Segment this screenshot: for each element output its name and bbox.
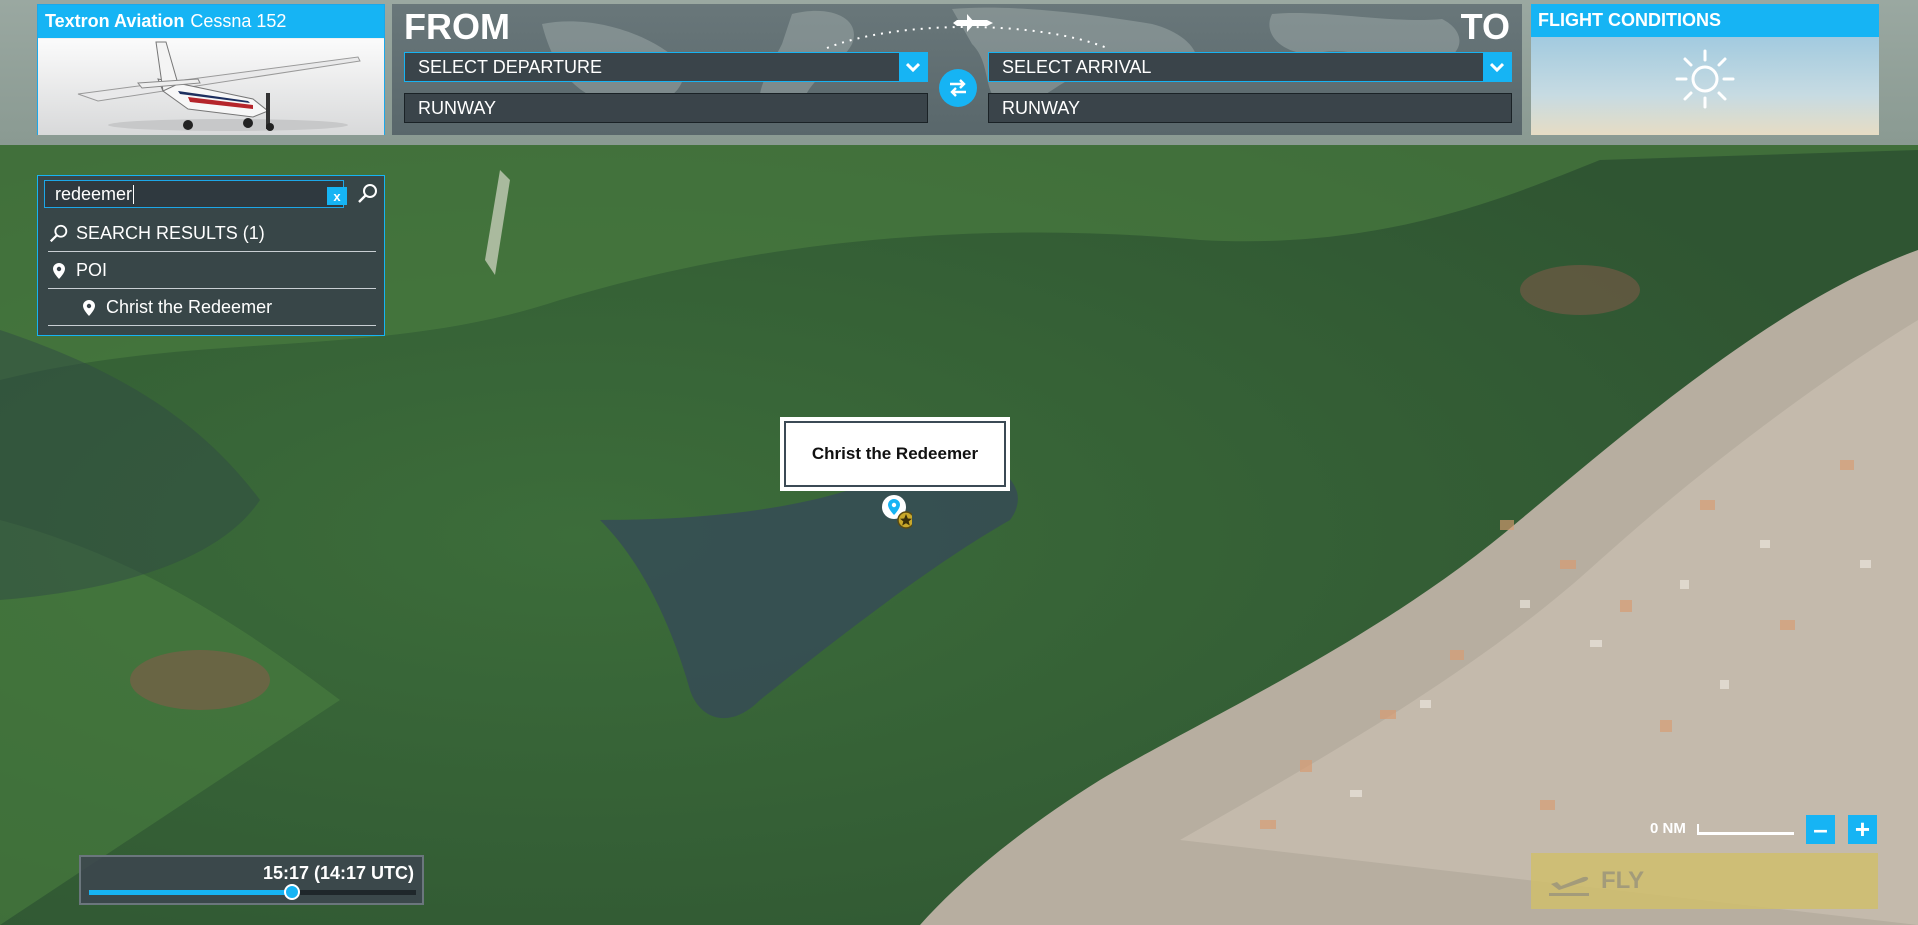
- aircraft-model: Cessna 152: [190, 11, 287, 31]
- swap-route-button[interactable]: [939, 69, 977, 107]
- time-display: 15:17 (14:17 UTC): [262, 863, 414, 883]
- search-panel: redeemer x SEARCH RESULTS (1) POI Christ…: [37, 175, 385, 336]
- aircraft-image: [38, 39, 384, 135]
- search-results-header: SEARCH RESULTS (1): [48, 216, 376, 252]
- chevron-down-icon[interactable]: [899, 53, 927, 81]
- time-slider-thumb[interactable]: [283, 884, 300, 900]
- list-item[interactable]: Christ the Redeemer: [48, 290, 376, 326]
- flight-conditions-card[interactable]: FLIGHT CONDITIONS: [1531, 4, 1879, 135]
- aircraft-card[interactable]: Textron Aviation Cessna 152: [37, 4, 385, 135]
- zoom-out-button[interactable]: –: [1806, 814, 1835, 844]
- result-item-label: Christ the Redeemer: [106, 297, 273, 317]
- search-icon[interactable]: [356, 182, 380, 206]
- clear-search-button[interactable]: x: [327, 187, 347, 205]
- search-input-value: redeemer: [55, 183, 133, 204]
- arrival-runway-select[interactable]: RUNWAY: [988, 93, 1512, 123]
- from-label: FROM: [404, 6, 510, 47]
- time-slider-track[interactable]: [89, 890, 416, 895]
- top-bar: Textron Aviation Cessna 152 FROM TO SELE…: [0, 0, 1918, 145]
- time-of-day-panel: 15:17 (14:17 UTC): [79, 855, 424, 905]
- arrival-runway-label: RUNWAY: [1002, 97, 1080, 118]
- aircraft-title: Textron Aviation Cessna 152: [38, 5, 384, 38]
- poi-marker-icon[interactable]: [880, 494, 912, 530]
- time-slider-fill: [89, 890, 292, 895]
- to-label: TO: [1460, 6, 1510, 47]
- fly-button-label: FLY: [1601, 867, 1645, 894]
- departure-runway-select[interactable]: RUNWAY: [404, 93, 928, 123]
- takeoff-icon: [1549, 876, 1589, 896]
- map-scale-bar: [1697, 824, 1794, 835]
- poi-map-label[interactable]: Christ the Redeemer: [780, 417, 1010, 491]
- sun-icon: [1675, 49, 1735, 109]
- search-results-count: SEARCH RESULTS (1): [76, 223, 265, 243]
- swap-icon: [950, 79, 966, 97]
- aircraft-manufacturer: Textron Aviation: [45, 11, 185, 31]
- result-category-label: POI: [76, 260, 108, 280]
- departure-select[interactable]: SELECT DEPARTURE: [404, 52, 928, 82]
- location-pin-icon: [78, 299, 100, 316]
- arrival-select-label: SELECT ARRIVAL: [1002, 56, 1152, 77]
- search-icon: [48, 223, 70, 245]
- route-panel: FROM TO SELECT DEPARTURE RUNWAY SELECT A…: [392, 4, 1522, 135]
- fly-button[interactable]: FLY: [1531, 853, 1878, 909]
- location-pin-icon: [48, 262, 70, 279]
- flight-path-arc: [826, 14, 1108, 49]
- flight-conditions-title: FLIGHT CONDITIONS: [1531, 4, 1879, 37]
- result-category-poi[interactable]: POI: [48, 253, 376, 289]
- arrival-select[interactable]: SELECT ARRIVAL: [988, 52, 1512, 82]
- chevron-down-icon[interactable]: [1483, 53, 1511, 81]
- search-input[interactable]: redeemer: [44, 180, 344, 208]
- departure-runway-label: RUNWAY: [418, 97, 496, 118]
- map-scale-text: 0 NM: [1650, 820, 1686, 837]
- text-caret: [133, 184, 135, 204]
- zoom-in-button[interactable]: +: [1848, 814, 1877, 844]
- departure-select-label: SELECT DEPARTURE: [418, 56, 603, 77]
